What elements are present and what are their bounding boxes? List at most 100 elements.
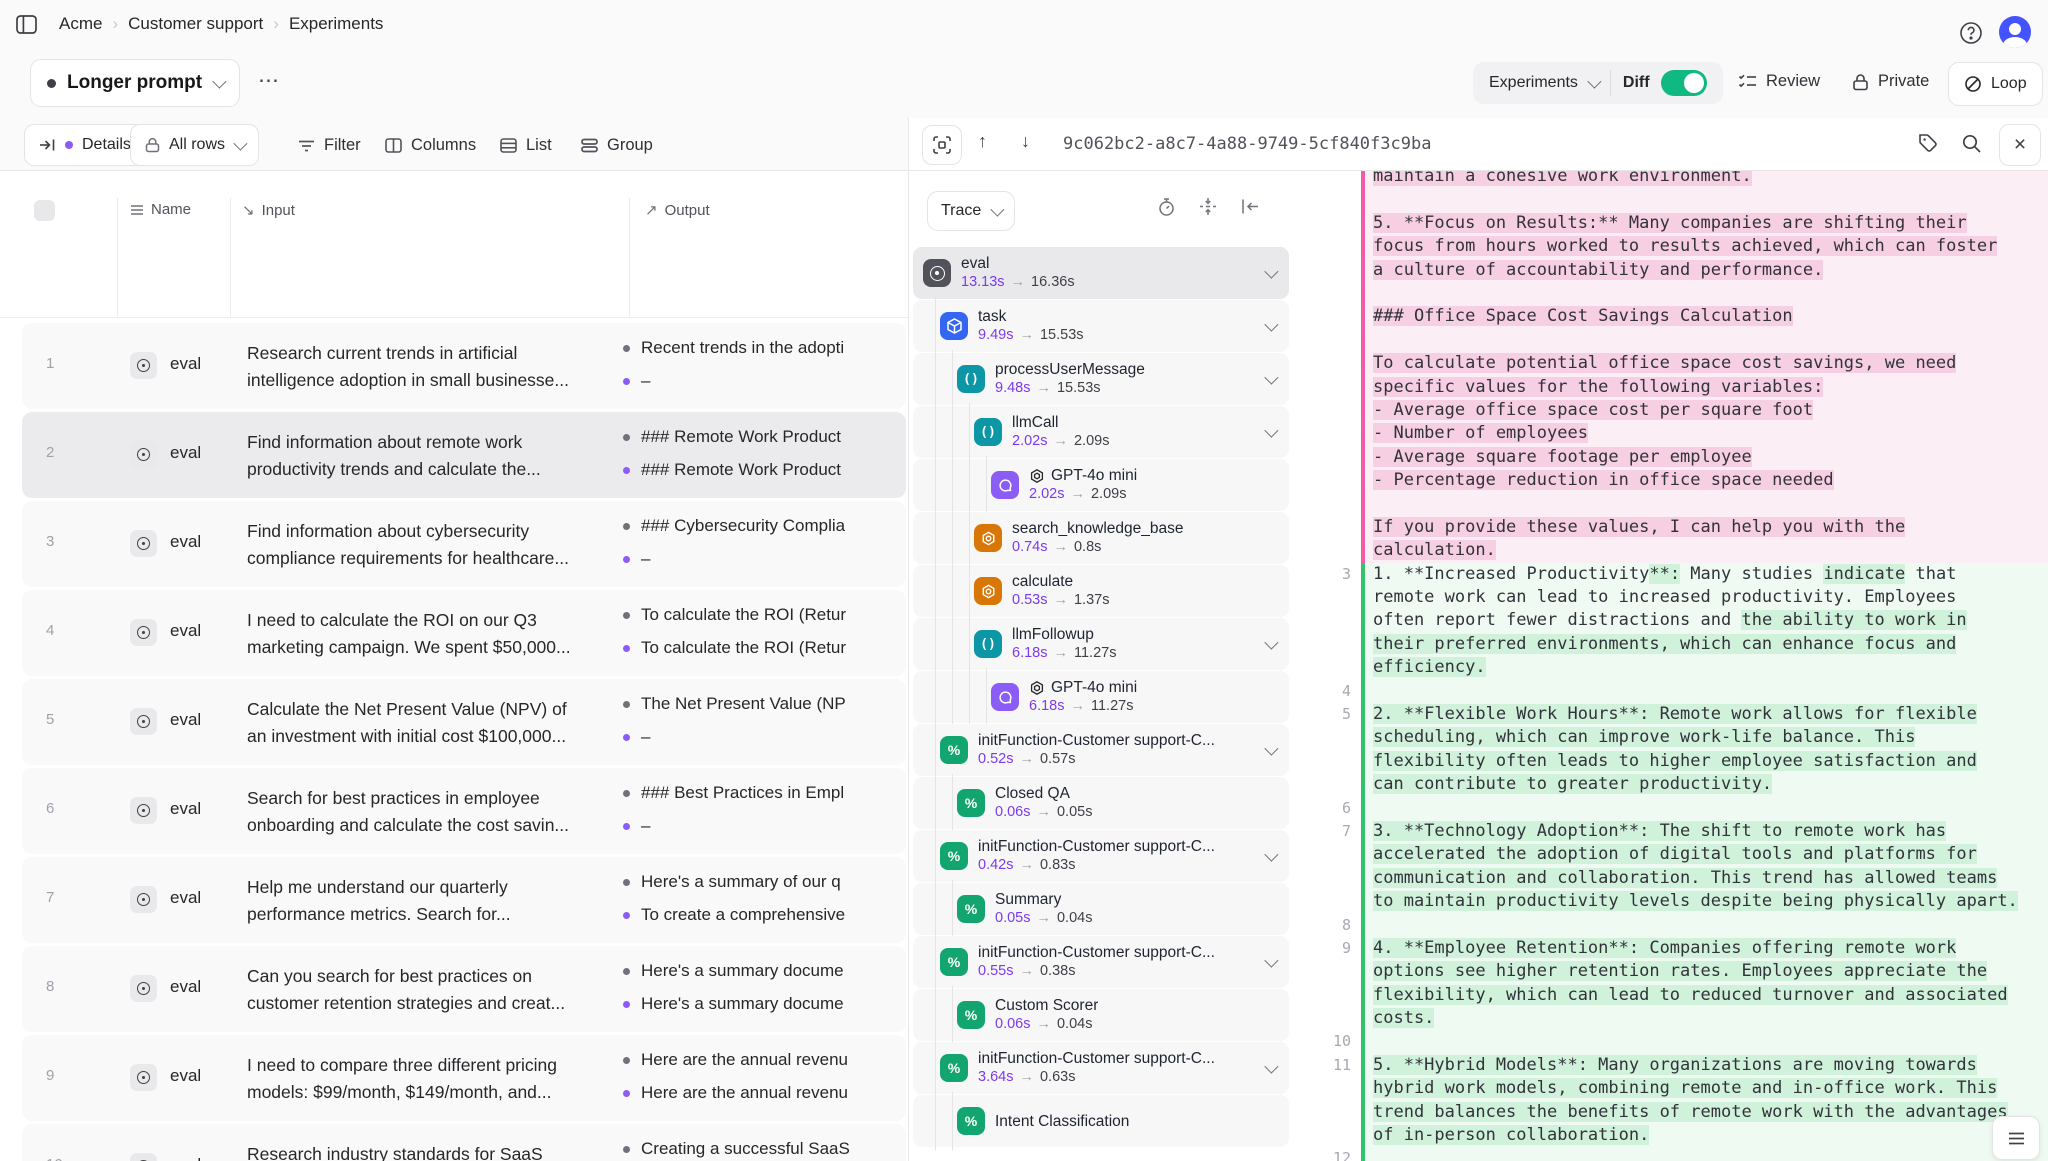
chevron-down-icon[interactable] — [1264, 848, 1278, 862]
trace-span-row[interactable]: %Closed QA0.06s→0.05s — [913, 777, 1289, 829]
diff-line-number — [1307, 329, 1361, 352]
trace-span-row[interactable]: %initFunction-Customer support-C...3.64s… — [913, 1042, 1289, 1094]
trace-span-row[interactable]: ()processUserMessage9.48s→15.53s — [913, 353, 1289, 405]
chevron-down-icon[interactable] — [1264, 371, 1278, 385]
chevron-down-icon[interactable] — [1264, 954, 1278, 968]
columns-button[interactable]: Columns — [385, 136, 476, 155]
diff-line-text: options see higher retention rates. Empl… — [1365, 960, 2048, 983]
diff-line-number: 12 — [1307, 1147, 1361, 1161]
more-menu-button[interactable]: ⋯ — [258, 68, 281, 93]
diff-added-line: 8 — [1307, 914, 2048, 937]
diff-added-line: 4 — [1307, 680, 2048, 703]
view-selector[interactable]: Experiments — [1477, 74, 1610, 92]
table-row[interactable]: 3evalFind information about cybersecurit… — [22, 501, 906, 587]
trace-span-row[interactable]: GPT-4o mini6.18s→11.27s — [913, 671, 1289, 723]
table-row[interactable]: 2evalFind information about remote workp… — [22, 412, 906, 498]
table-row[interactable]: 6evalSearch for best practices in employ… — [22, 768, 906, 854]
breadcrumb-project[interactable]: Customer support — [128, 14, 263, 34]
sidebar-toggle-icon[interactable] — [16, 15, 37, 34]
loop-button[interactable]: Loop — [1948, 62, 2043, 106]
comment-list-button[interactable] — [1992, 1116, 2040, 1160]
focus-span-button[interactable] — [922, 125, 962, 165]
chevron-down-icon[interactable] — [1264, 265, 1278, 279]
diff-line-number — [1307, 1101, 1361, 1124]
trace-span-row[interactable]: %Summary0.05s→0.04s — [913, 883, 1289, 935]
chevron-down-icon — [212, 75, 226, 89]
trace-span-row[interactable]: %Intent Classification — [913, 1095, 1289, 1147]
chevron-down-icon[interactable] — [1264, 636, 1278, 650]
chevron-down-icon[interactable] — [1264, 424, 1278, 438]
tool-span-icon — [974, 577, 1002, 605]
trace-panel-header: ↑ ↓ 9c062bc2-a8c7-4a88-9749-5cf840f3c9ba… — [909, 118, 2048, 171]
prev-row-button[interactable]: ↑ — [978, 131, 987, 152]
tree-guide-line — [923, 1042, 940, 1094]
diff-line-number — [1307, 750, 1361, 773]
close-panel-button[interactable]: × — [1999, 124, 2041, 166]
rows-filter-button[interactable]: All rows — [130, 124, 259, 166]
row-number: 1 — [46, 355, 54, 372]
column-header-input[interactable]: ↘ Input — [242, 201, 295, 219]
table-row[interactable]: 8evalCan you search for best practices o… — [22, 946, 906, 1032]
eval-icon — [130, 441, 157, 468]
diff-line-number: 5 — [1307, 703, 1361, 726]
search-icon[interactable] — [1961, 133, 1982, 154]
table-row[interactable]: 9evalI need to compare three different p… — [22, 1035, 906, 1121]
next-row-button[interactable]: ↓ — [1021, 131, 1030, 152]
tree-guide-line — [957, 565, 974, 617]
trace-span-row[interactable]: task9.49s→15.53s — [913, 300, 1289, 352]
trace-span-row[interactable]: %Custom Scorer0.06s→0.04s — [913, 989, 1289, 1041]
collapse-rows-icon[interactable] — [1199, 197, 1217, 216]
chevron-down-icon[interactable] — [1264, 318, 1278, 332]
diff-line-text: - Average square footage per employee — [1365, 446, 2048, 469]
trace-span-row[interactable]: ()llmFollowup6.18s→11.27s — [913, 618, 1289, 670]
table-row[interactable]: 7evalHelp me understand our quarterlyper… — [22, 857, 906, 943]
diff-line-text: scheduling, which can improve work-life … — [1365, 726, 2048, 749]
breadcrumb-section[interactable]: Experiments — [289, 14, 383, 34]
chevron-down-icon[interactable] — [1264, 1060, 1278, 1074]
span-name: initFunction-Customer support-C... — [978, 1049, 1215, 1068]
output-source-dot — [623, 912, 630, 919]
details-button[interactable]: Details — [24, 124, 146, 166]
trace-span-row[interactable]: search_knowledge_base0.74s→0.8s — [913, 512, 1289, 564]
tree-guide-line — [957, 671, 974, 723]
help-icon[interactable] — [1959, 21, 1983, 45]
trace-span-row[interactable]: %initFunction-Customer support-C...0.52s… — [913, 724, 1289, 776]
trace-span-row[interactable]: GPT-4o mini2.02s→2.09s — [913, 459, 1289, 511]
trace-span-row[interactable]: %initFunction-Customer support-C...0.42s… — [913, 830, 1289, 882]
span-name: llmFollowup — [1012, 625, 1094, 644]
column-header-output[interactable]: ↗ Output — [645, 201, 710, 219]
trace-view-selector[interactable]: Trace — [927, 191, 1015, 231]
tag-icon[interactable] — [1918, 133, 1939, 154]
trace-span-row[interactable]: eval13.13s→16.36s — [913, 247, 1289, 299]
row-name: eval — [170, 354, 201, 374]
table-row[interactable]: 5evalCalculate the Net Present Value (NP… — [22, 679, 906, 765]
group-button[interactable]: Group — [581, 136, 653, 155]
column-header-name[interactable]: Name — [130, 201, 191, 218]
table-row[interactable]: 4evalI need to calculate the ROI on our … — [22, 590, 906, 676]
llm-span-icon — [991, 683, 1019, 711]
trace-span-row[interactable]: calculate0.53s→1.37s — [913, 565, 1289, 617]
diff-toggle[interactable] — [1661, 70, 1707, 96]
private-button[interactable]: Private — [1852, 72, 1929, 91]
avatar[interactable] — [1999, 16, 2031, 48]
diff-line-number — [1307, 726, 1361, 749]
diff-line-number — [1307, 399, 1361, 422]
list-button[interactable]: List — [500, 136, 552, 155]
trace-span-row[interactable]: ()llmCall2.02s→2.09s — [913, 406, 1289, 458]
review-button[interactable]: Review — [1738, 72, 1820, 91]
row-number: 2 — [46, 444, 54, 461]
table-row[interactable]: 10evalResearch industry standards for Sa… — [22, 1124, 906, 1161]
filter-button[interactable]: Filter — [298, 136, 361, 155]
trace-span-row[interactable]: %initFunction-Customer support-C...0.55s… — [913, 936, 1289, 988]
experiment-selector[interactable]: Longer prompt — [30, 59, 240, 107]
span-info: GPT-4o mini2.02s→2.09s — [1029, 466, 1137, 504]
diff-removed-line: To calculate potential office space cost… — [1307, 352, 2048, 375]
table-row[interactable]: 1evalResearch current trends in artifici… — [22, 323, 906, 409]
span-name: Intent Classification — [995, 1112, 1129, 1131]
collapse-panel-icon[interactable] — [1241, 198, 1259, 215]
select-all-checkbox[interactable] — [34, 200, 55, 221]
breadcrumb-org[interactable]: Acme — [59, 14, 102, 34]
diff-added-line: 10 — [1307, 1030, 2048, 1053]
timing-icon[interactable] — [1157, 197, 1176, 217]
chevron-down-icon[interactable] — [1264, 742, 1278, 756]
